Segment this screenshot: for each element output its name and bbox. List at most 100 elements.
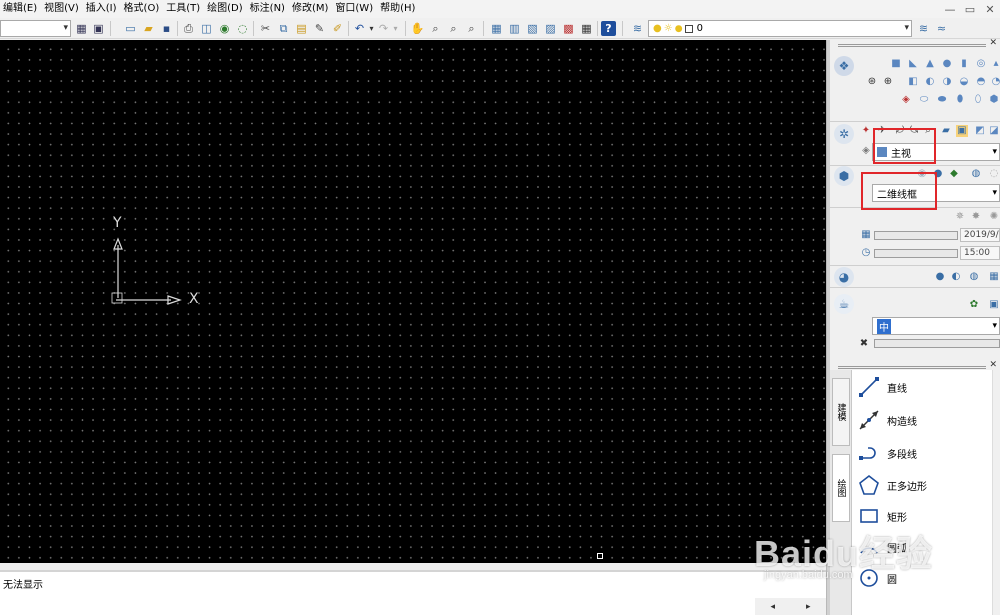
properties-icon[interactable]: ▦ [489,21,504,36]
cylinder-icon[interactable]: ▮ [958,58,970,70]
render-teapot-icon[interactable]: ☕ [834,294,854,314]
print-icon[interactable]: ⎙ [181,21,196,36]
scroll-left-icon[interactable]: ◂ [770,602,775,612]
edge-effects-icon[interactable]: ◌ [988,168,1000,180]
box-icon[interactable]: ■ [890,58,902,70]
scroll-right-icon[interactable]: ▸ [806,602,811,612]
layer-combo[interactable]: ● ☼ ● 0 ▾ [648,20,912,37]
extrude-icon[interactable]: ◧ [907,76,919,88]
remove-icon[interactable]: ✖ [858,338,870,350]
calculator-icon[interactable]: ▦ [579,21,594,36]
torus-icon[interactable]: ◎ [975,58,987,70]
zoom-window-icon[interactable]: ⌕ [446,21,461,36]
menu-help[interactable]: 帮助(H) [377,0,419,18]
drawing-canvas[interactable]: Y X [0,40,826,563]
union-icon[interactable]: ⊕ [882,76,894,88]
publish-web-icon[interactable]: ◌ [235,21,250,36]
sheet-set-icon[interactable]: ▨ [543,21,558,36]
menu-insert[interactable]: 插入(I) [83,0,121,18]
zoom-previous-icon[interactable]: ⌕ [464,21,479,36]
separate-icon[interactable]: ⬯ [972,94,984,106]
drag-handle[interactable] [838,44,986,47]
menu-modify[interactable]: 修改(M) [289,0,332,18]
tool-polyline[interactable]: 多段线 [852,438,992,468]
grip-point[interactable] [597,553,603,559]
close-button[interactable]: ✕ [980,0,1000,18]
style-manager-icon[interactable]: ◍ [970,168,982,180]
3d-orbit-icon[interactable]: ⊛ [866,76,878,88]
perspective-view-icon[interactable]: ◩ [974,125,986,137]
loft-icon[interactable]: ◒ [958,76,970,88]
time-slider[interactable] [874,249,958,258]
design-center-icon[interactable]: ▥ [507,21,522,36]
thicken-icon[interactable]: ◔ [990,76,1000,88]
publish-icon[interactable]: ◉ [217,21,232,36]
open-icon[interactable]: ▰ [141,21,156,36]
minimize-button[interactable]: — [940,0,960,18]
sweep-icon[interactable]: ◑ [941,76,953,88]
cut-icon[interactable]: ✂ [258,21,273,36]
chevron-down-icon[interactable]: ▾ [388,21,403,36]
material-map-icon[interactable]: ● [934,271,946,283]
sun-status-icon[interactable]: ✵ [954,211,966,223]
copy-icon[interactable]: ⧉ [276,21,291,36]
panel-titlebar[interactable]: ✕ [830,38,1000,50]
snap-icon[interactable]: ▣ [91,21,106,36]
menu-window[interactable]: 窗口(W) [332,0,377,18]
menu-draw[interactable]: 绘图(D) [204,0,247,18]
slice-icon[interactable]: ◓ [975,76,987,88]
material-editor-icon[interactable]: ◍ [968,271,980,283]
close-icon[interactable]: ✕ [989,38,997,48]
materials-icon[interactable]: ◕ [834,267,854,287]
shell-icon[interactable]: ⬢ [988,94,1000,106]
cone-icon[interactable]: ▲ [924,58,936,70]
zoom-realtime-icon[interactable]: ⌕ [428,21,443,36]
conceptual-style-icon[interactable]: ◆ [948,168,960,180]
time-field[interactable]: 15:00 [960,246,1000,260]
revolve-icon[interactable]: ◐ [924,76,936,88]
layer-manager-icon[interactable]: ≋ [630,21,645,36]
menu-dimension[interactable]: 标注(N) [247,0,289,18]
brush-icon[interactable]: ✐ [330,21,345,36]
view-cube-icon[interactable]: ◪ [988,125,1000,137]
save-icon[interactable]: ▪ [159,21,174,36]
match-properties-icon[interactable]: ▦ [74,21,89,36]
pyramid-icon[interactable]: ▴ [990,58,1000,70]
layer-previous-icon[interactable]: ≋ [916,21,931,36]
material-attach-icon[interactable]: ◐ [950,271,962,283]
tool-polygon[interactable]: 正多边形 [852,470,992,500]
pan-icon[interactable]: ✋ [410,21,425,36]
restore-button[interactable]: ▭ [960,0,980,18]
tool-construction-line[interactable]: 构造线 [852,405,992,435]
subtract-icon[interactable]: ◈ [900,94,912,106]
3d-navigate-icon[interactable]: ✲ [834,124,854,144]
tool-palette-scrollbar[interactable] [992,370,1000,615]
help-icon[interactable]: ? [601,21,616,36]
new-icon[interactable]: ▭ [123,21,138,36]
render-quality-dropdown[interactable]: 中 ▾ [872,317,1000,335]
markup-icon[interactable]: ▩ [561,21,576,36]
render-icon[interactable]: ✿ [968,299,980,311]
paste-icon[interactable]: ▤ [294,21,309,36]
drag-handle[interactable] [838,366,986,369]
sky-icon[interactable]: ✺ [988,211,1000,223]
sun-properties-icon[interactable]: ✸ [970,211,982,223]
intersect-icon[interactable]: ⬭ [918,94,930,106]
layer-state-icon[interactable]: ≈ [934,21,949,36]
preview-icon[interactable]: ◫ [199,21,214,36]
match-brush-icon[interactable]: ✎ [312,21,327,36]
menu-format[interactable]: 格式(O) [121,0,164,18]
interfere-icon[interactable]: ⬬ [936,94,948,106]
tool-palettes-icon[interactable]: ▧ [525,21,540,36]
workspace-combo[interactable]: ▾ [0,20,71,37]
visual-style-icon[interactable]: ⬢ [834,166,854,186]
date-slider[interactable] [874,231,958,240]
date-field[interactable]: 2019/9/2 [960,228,1000,242]
wedge-icon[interactable]: ◣ [907,58,919,70]
camera-icon[interactable]: ▰ [940,125,952,137]
render-window-icon[interactable]: ▣ [988,299,1000,311]
tab-draw[interactable]: 绘图 [832,454,850,522]
imprint-icon[interactable]: ⬮ [954,94,966,106]
command-line[interactable]: 无法显示 [0,570,826,615]
menu-edit[interactable]: 编辑(E) [0,0,41,18]
